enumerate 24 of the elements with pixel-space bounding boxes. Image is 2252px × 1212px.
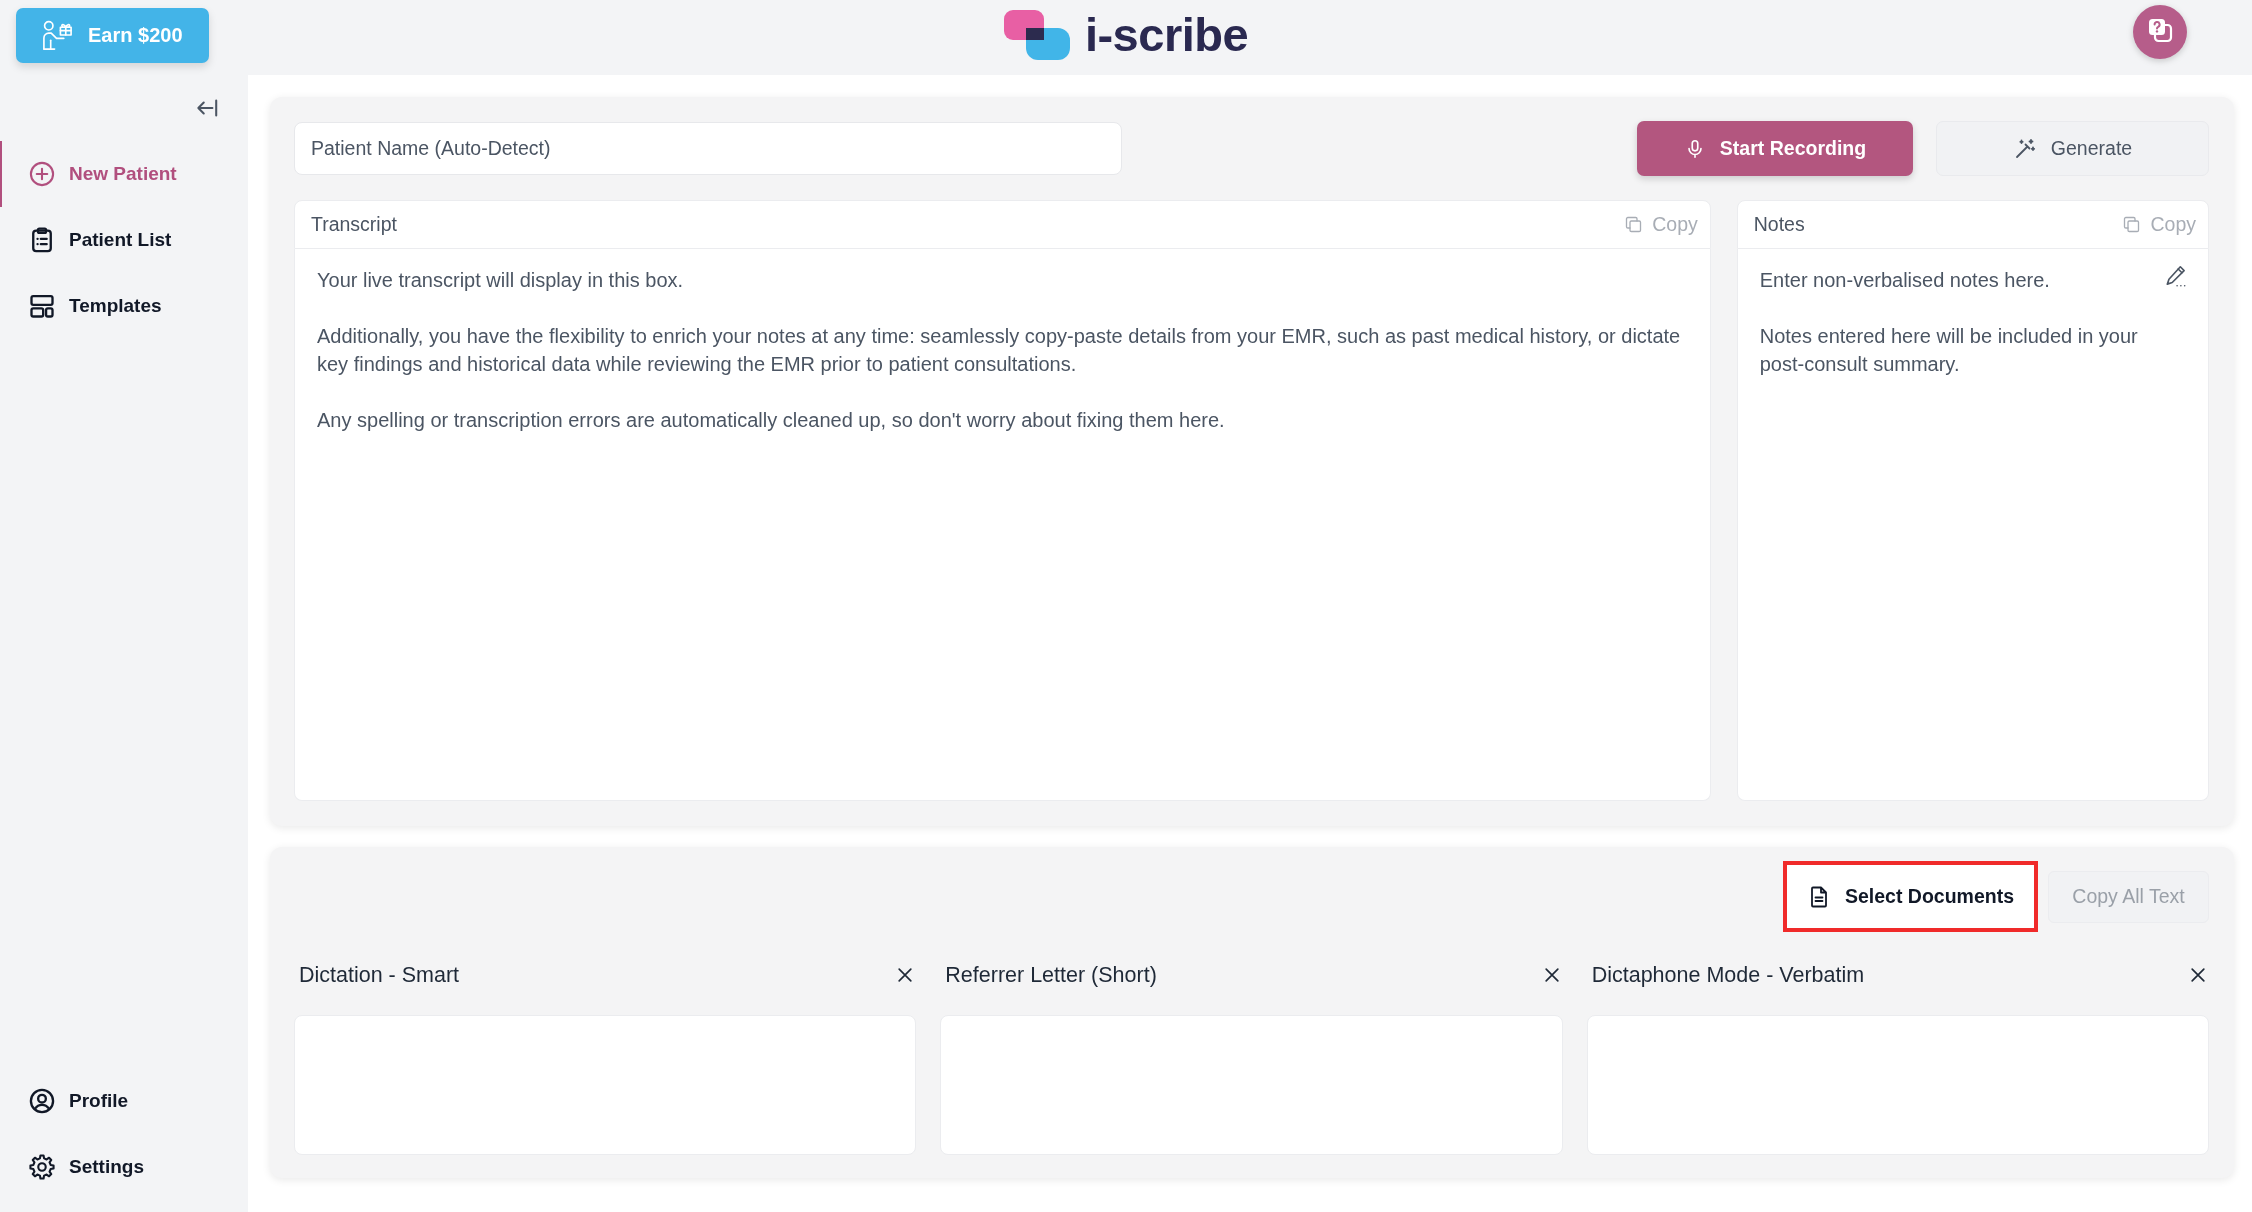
panel-title: Transcript [311, 213, 397, 236]
layout-icon [28, 292, 56, 320]
logo-text: i-scribe [1084, 10, 1249, 60]
settings-icon [28, 1153, 56, 1181]
panel-title: Notes [1753, 213, 1805, 236]
start-recording-button[interactable]: Start Recording [1637, 121, 1913, 176]
logo-icon [1003, 10, 1070, 60]
plus-circle-icon [28, 160, 56, 188]
patient-name-field[interactable]: Patient Name (Auto-Detect) [294, 122, 1122, 175]
template-title: Dictation - Smart [299, 962, 460, 988]
generate-button[interactable]: Generate [1936, 121, 2209, 176]
sidebar-item[interactable]: Patient List [0, 207, 248, 273]
template-title: Dictaphone Mode - Verbatim [1591, 962, 1865, 988]
sidebar-item[interactable]: Templates [0, 273, 248, 339]
person-gift-icon [41, 19, 74, 52]
close-icon[interactable] [2188, 965, 2208, 985]
sidebar-item[interactable]: Settings [0, 1134, 248, 1200]
sidebar-item[interactable]: Profile [0, 1068, 248, 1134]
transcript-field[interactable]: Your live transcript will display in this box. Additionally, you have the flexibility to enrich your notes at any time: seamlessly copy-paste details from your EMR, such as past medical history, or dictate key findings and historical data while reviewing the EMR prior to patient consultations. Any spelling or transcription errors are automatically cleaned up, so don't worry about fixing them here. [294, 249, 1711, 801]
select-documents-button[interactable]: Select Documents [1783, 861, 2038, 932]
notes-field[interactable]: Enter non-verbalised notes here. Notes entered here will be included in your post-consult summary. [1736, 249, 2209, 801]
user-circle-icon [28, 1087, 56, 1115]
help-icon[interactable] [2133, 5, 2187, 59]
template-title: Referrer Letter (Short) [945, 962, 1157, 988]
